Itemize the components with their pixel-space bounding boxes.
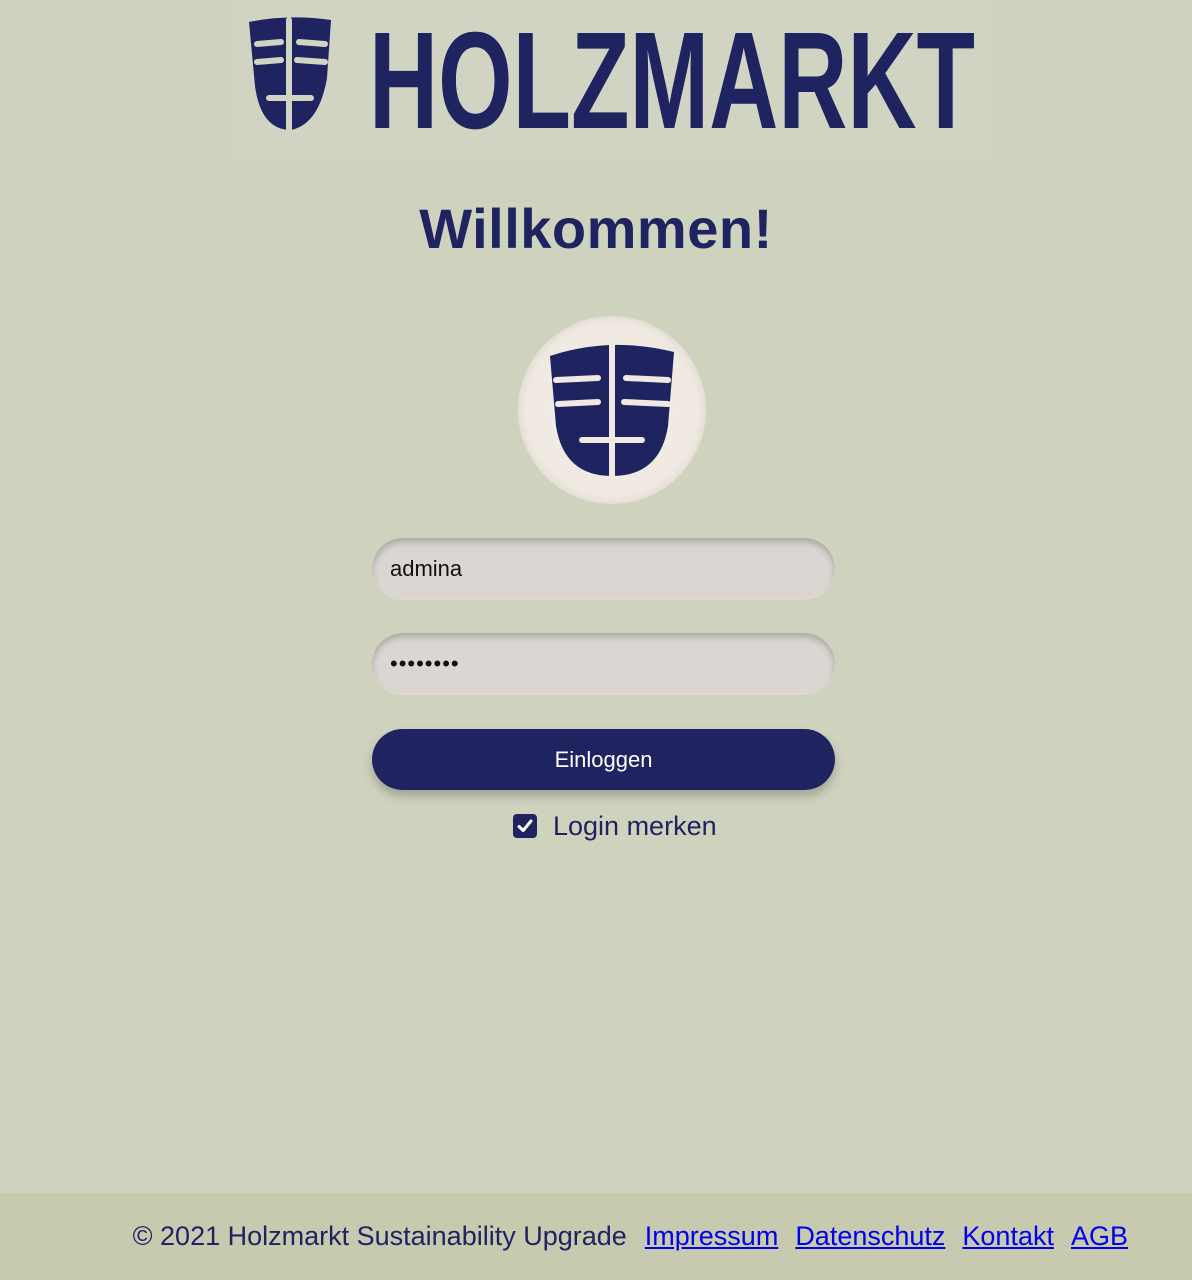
- checkmark-icon: [517, 819, 533, 832]
- footer-link-agb[interactable]: AGB: [1071, 1221, 1128, 1252]
- footer-link-impressum[interactable]: Impressum: [645, 1221, 779, 1252]
- remember-label[interactable]: Login merken: [553, 811, 717, 842]
- page-title: Willkommen!: [419, 197, 773, 260]
- logo-wordmark: HOLZMARKT: [369, 4, 975, 158]
- copyright-text: © 2021 Holzmarkt Sustainability Upgrade: [132, 1221, 627, 1251]
- footer-link-datenschutz[interactable]: Datenschutz: [795, 1221, 945, 1252]
- username-field[interactable]: admina: [372, 538, 835, 600]
- remember-checkbox[interactable]: [513, 814, 537, 838]
- login-button[interactable]: Einloggen: [372, 729, 835, 790]
- brand-banner: HOLZMARKT: [231, 0, 993, 158]
- login-button-label: Einloggen: [554, 746, 653, 772]
- username-value: admina: [390, 556, 463, 581]
- password-value: ••••••••: [390, 651, 460, 676]
- holzmarkt-mask-icon: [550, 341, 674, 481]
- footer: © 2021 Holzmarkt Sustainability Upgrade …: [0, 1193, 1192, 1280]
- avatar: [518, 316, 706, 504]
- footer-link-kontakt[interactable]: Kontakt: [962, 1221, 1054, 1252]
- password-field[interactable]: ••••••••: [372, 633, 835, 695]
- remember-login: Login merken: [513, 810, 717, 842]
- footer-content: © 2021 Holzmarkt Sustainability Upgrade …: [133, 1221, 1128, 1252]
- login-page: HOLZMARKT Willkommen! admina •••••••• Ei…: [0, 0, 1192, 1280]
- holzmarkt-logo: HOLZMARKT: [249, 4, 975, 158]
